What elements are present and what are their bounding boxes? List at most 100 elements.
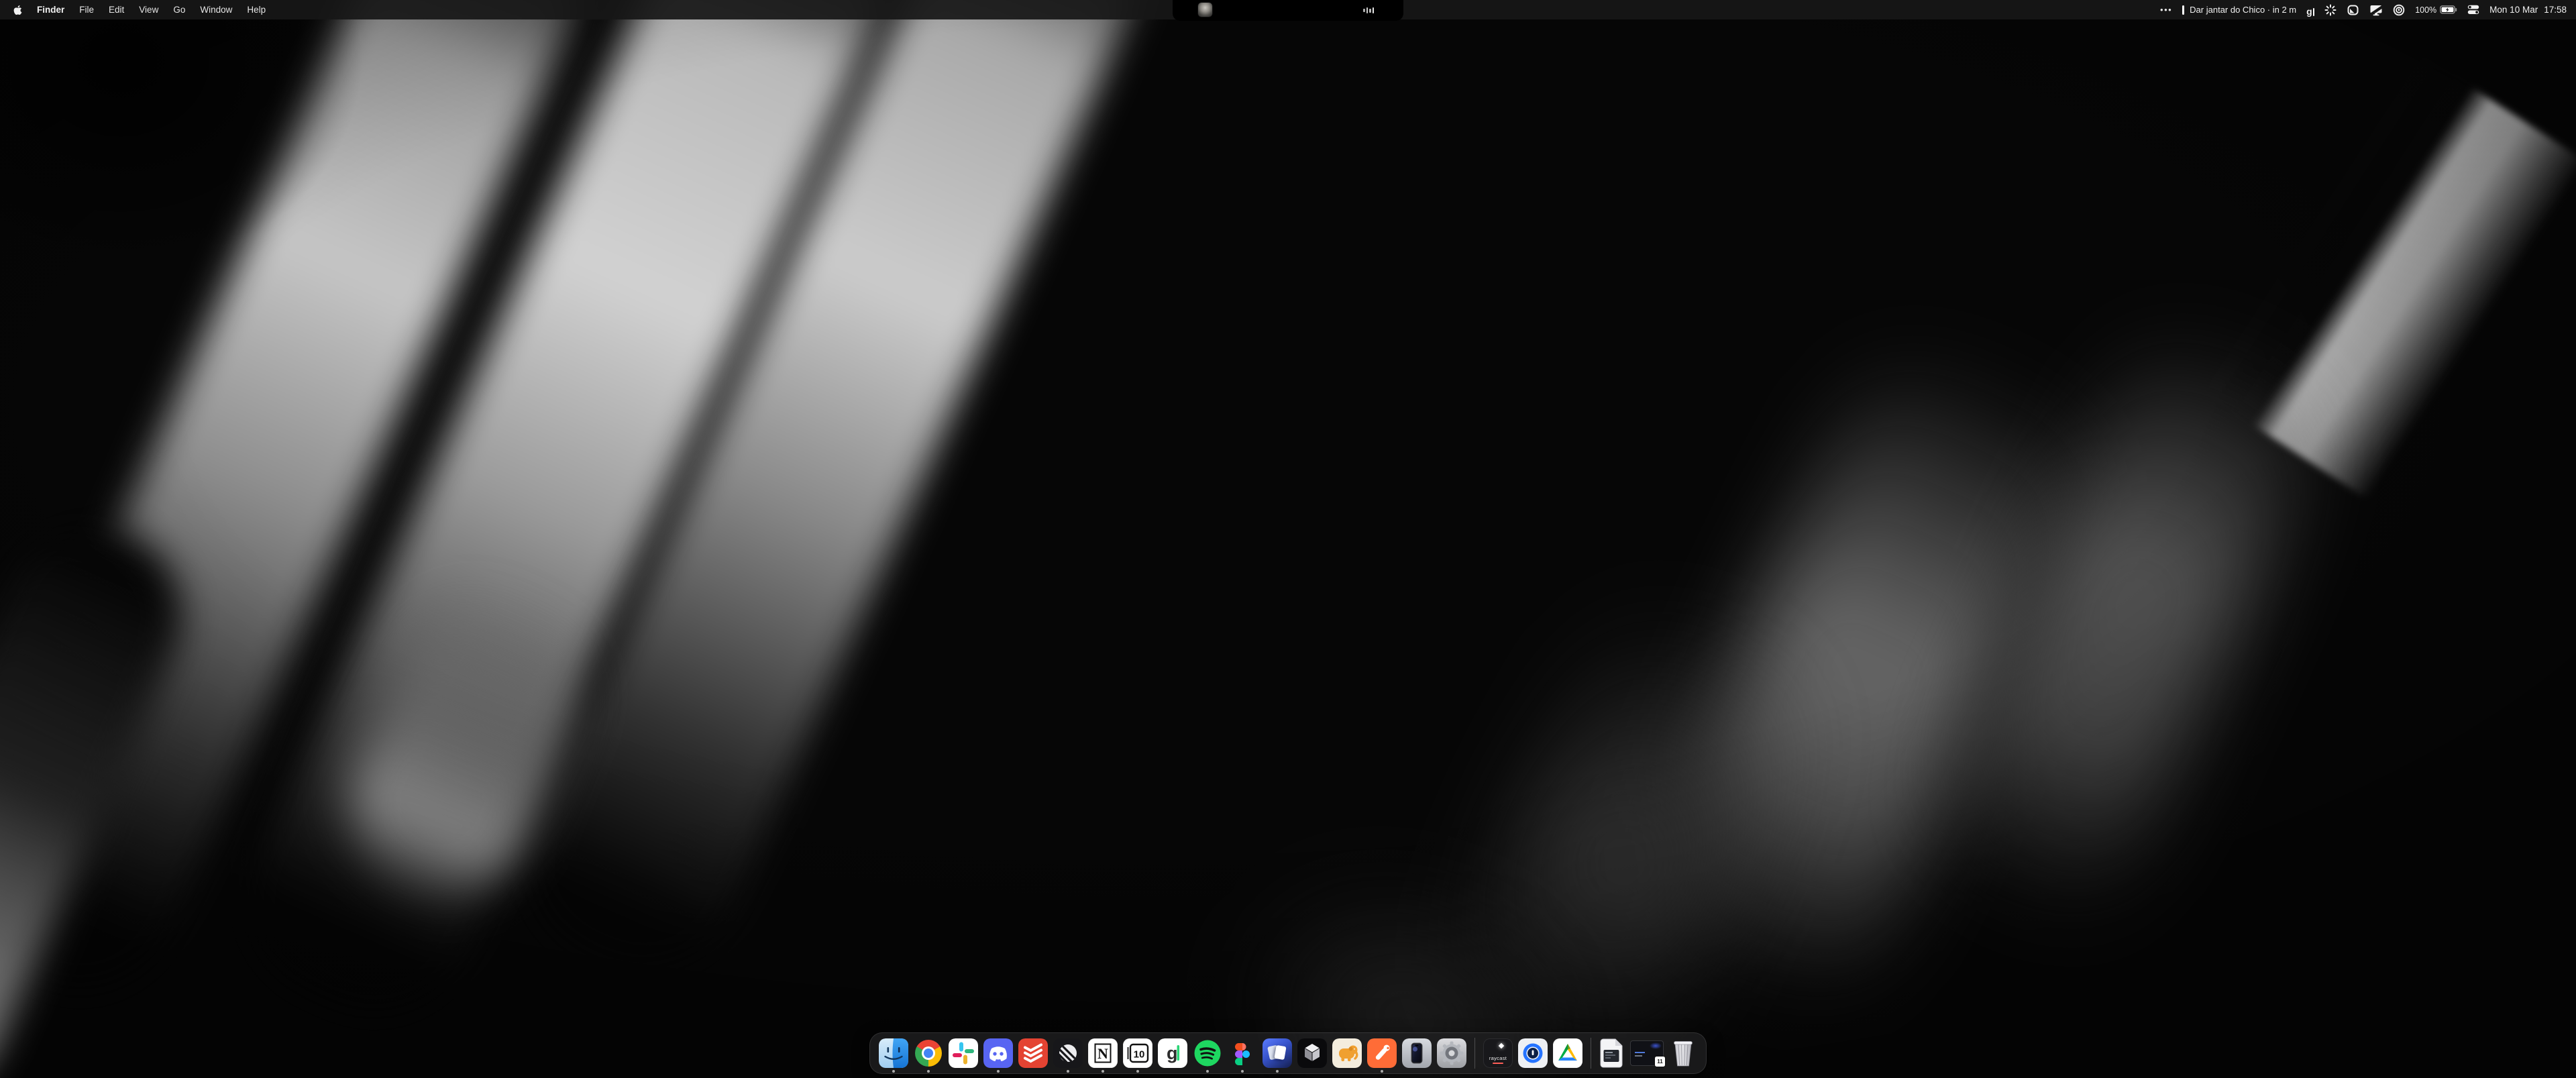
trash-icon xyxy=(1669,1038,1697,1069)
granola-letter: g xyxy=(1167,1043,1178,1063)
linear-icon xyxy=(1053,1038,1083,1068)
postico-elephant-icon xyxy=(1332,1038,1362,1068)
dock-item-raycast[interactable]: raycast xyxy=(1483,1038,1513,1068)
craft-icon xyxy=(1263,1038,1292,1068)
audio-visualizer-icon xyxy=(1363,0,1374,21)
calendar-app-badge: 11 xyxy=(1654,1056,1666,1067)
chrome-icon xyxy=(915,1040,942,1067)
running-indicator xyxy=(1102,1070,1104,1073)
dock-item-craft[interactable] xyxy=(1263,1038,1292,1068)
granola-icon[interactable]: g xyxy=(2306,4,2314,16)
dock-item-unity[interactable] xyxy=(1297,1038,1327,1068)
figma-icon xyxy=(1228,1038,1257,1068)
unity-cube-icon xyxy=(1297,1038,1327,1068)
document-file-icon xyxy=(1599,1038,1625,1069)
reminder-status-item[interactable]: Dar jantar do Chico · in 2 m xyxy=(2182,5,2296,15)
display-icon[interactable] xyxy=(2369,4,2383,16)
wallpaper xyxy=(0,0,2576,1078)
granola-glyph: g xyxy=(2306,7,2312,16)
window-text-line xyxy=(1635,1052,1645,1053)
postman-icon xyxy=(1367,1038,1397,1068)
dock-item-document[interactable] xyxy=(1599,1038,1625,1069)
notion-icon: N xyxy=(1088,1038,1118,1068)
dock-item-linear[interactable] xyxy=(1053,1038,1083,1068)
running-indicator xyxy=(1136,1070,1139,1073)
dock-item-chrome[interactable] xyxy=(914,1038,943,1068)
todoist-icon xyxy=(1018,1038,1048,1068)
dock-item-slack[interactable] xyxy=(949,1038,978,1068)
raycast-label: raycast xyxy=(1489,1055,1507,1061)
apple-menu[interactable] xyxy=(13,5,22,15)
dock-item-notion[interactable]: N xyxy=(1088,1038,1118,1068)
dock-item-iphone-mirroring[interactable] xyxy=(1402,1038,1432,1068)
wallpaper-vignette xyxy=(0,0,2576,1078)
dock-item-postico[interactable] xyxy=(1332,1038,1362,1068)
sparkle-icon xyxy=(1499,1043,1504,1048)
dock-item-1password[interactable] xyxy=(1518,1038,1548,1068)
dock-item-spotify[interactable] xyxy=(1193,1038,1222,1068)
reminder-text: Dar jantar do Chico · in 2 m xyxy=(2190,5,2296,15)
window-glow xyxy=(1650,1042,1662,1049)
dock-item-discord[interactable] xyxy=(983,1038,1013,1068)
dock-item-postman[interactable] xyxy=(1367,1038,1397,1068)
notch-shape-icon[interactable] xyxy=(2347,4,2359,16)
menu-view[interactable]: View xyxy=(139,5,158,15)
overflow-menu-items-icon[interactable]: ••• xyxy=(2160,5,2172,15)
dock-item-trash[interactable] xyxy=(1669,1038,1697,1069)
desktop: Finder File Edit View Go Window Help •••… xyxy=(0,0,2576,1078)
dock-item-todoist[interactable] xyxy=(1018,1038,1048,1068)
running-indicator xyxy=(1241,1070,1244,1073)
finder-icon xyxy=(879,1038,908,1068)
iphone-mirroring-icon xyxy=(1402,1038,1432,1068)
menu-edit[interactable]: Edit xyxy=(109,5,124,15)
running-indicator xyxy=(927,1070,930,1073)
menu-bar-clock[interactable]: Mon 10 Mar 17:58 xyxy=(2489,5,2567,15)
onepassword-icon xyxy=(1518,1038,1548,1068)
notion-calendar-icon: 10 xyxy=(1123,1038,1152,1068)
clock-time: 17:58 xyxy=(2544,5,2567,15)
raycast-tile-icon: raycast xyxy=(1483,1038,1513,1068)
running-indicator xyxy=(1067,1070,1069,1073)
onepassword-icon[interactable] xyxy=(2393,4,2405,16)
running-indicator xyxy=(997,1070,1000,1073)
running-indicator xyxy=(1381,1070,1383,1073)
raycast-underline xyxy=(1493,1063,1503,1064)
menu-go[interactable]: Go xyxy=(173,5,185,15)
notion-letter: N xyxy=(1097,1045,1108,1062)
window-text-line xyxy=(1635,1055,1642,1057)
slack-icon xyxy=(949,1038,978,1068)
dock: N 10 g xyxy=(869,1032,1707,1074)
calendar-day-number: 10 xyxy=(1134,1049,1145,1061)
menu-help[interactable]: Help xyxy=(247,5,266,15)
craft-card-front xyxy=(1274,1045,1286,1060)
notch-media-widget[interactable] xyxy=(1173,0,1403,21)
dock-item-notion-calendar[interactable]: 10 xyxy=(1123,1038,1152,1068)
menu-window[interactable]: Window xyxy=(200,5,232,15)
battery-percent: 100% xyxy=(2415,5,2436,15)
granola-cursor xyxy=(2313,8,2314,16)
control-center-icon[interactable] xyxy=(2467,4,2479,16)
dock-item-finder[interactable] xyxy=(879,1038,908,1068)
dock-item-figma[interactable] xyxy=(1228,1038,1257,1068)
minimized-window-thumbnail: 11 xyxy=(1630,1040,1664,1066)
running-indicator xyxy=(892,1070,895,1073)
clock-date: Mon 10 Mar xyxy=(2489,5,2538,15)
now-playing-artwork[interactable] xyxy=(1198,3,1212,17)
running-indicator xyxy=(1206,1070,1209,1073)
battery-status-item[interactable]: 100% xyxy=(2415,5,2457,15)
dock-item-system-settings[interactable] xyxy=(1437,1038,1466,1068)
discord-icon xyxy=(983,1038,1013,1068)
dock-item-google-drive[interactable] xyxy=(1553,1038,1582,1068)
menu-file[interactable]: File xyxy=(79,5,94,15)
active-app-menu[interactable]: Finder xyxy=(37,5,64,15)
battery-icon xyxy=(2440,5,2457,14)
google-drive-icon xyxy=(1553,1038,1582,1068)
spotify-icon xyxy=(1193,1038,1222,1068)
dock-item-granola[interactable]: g xyxy=(1158,1038,1187,1068)
dock-item-minimized-window[interactable]: 11 xyxy=(1630,1040,1664,1066)
dock-separator xyxy=(1474,1038,1475,1069)
sunburst-icon[interactable] xyxy=(2324,4,2337,16)
system-settings-icon xyxy=(1437,1038,1466,1068)
running-indicator xyxy=(1276,1070,1279,1073)
granola-icon: g xyxy=(1158,1038,1187,1068)
